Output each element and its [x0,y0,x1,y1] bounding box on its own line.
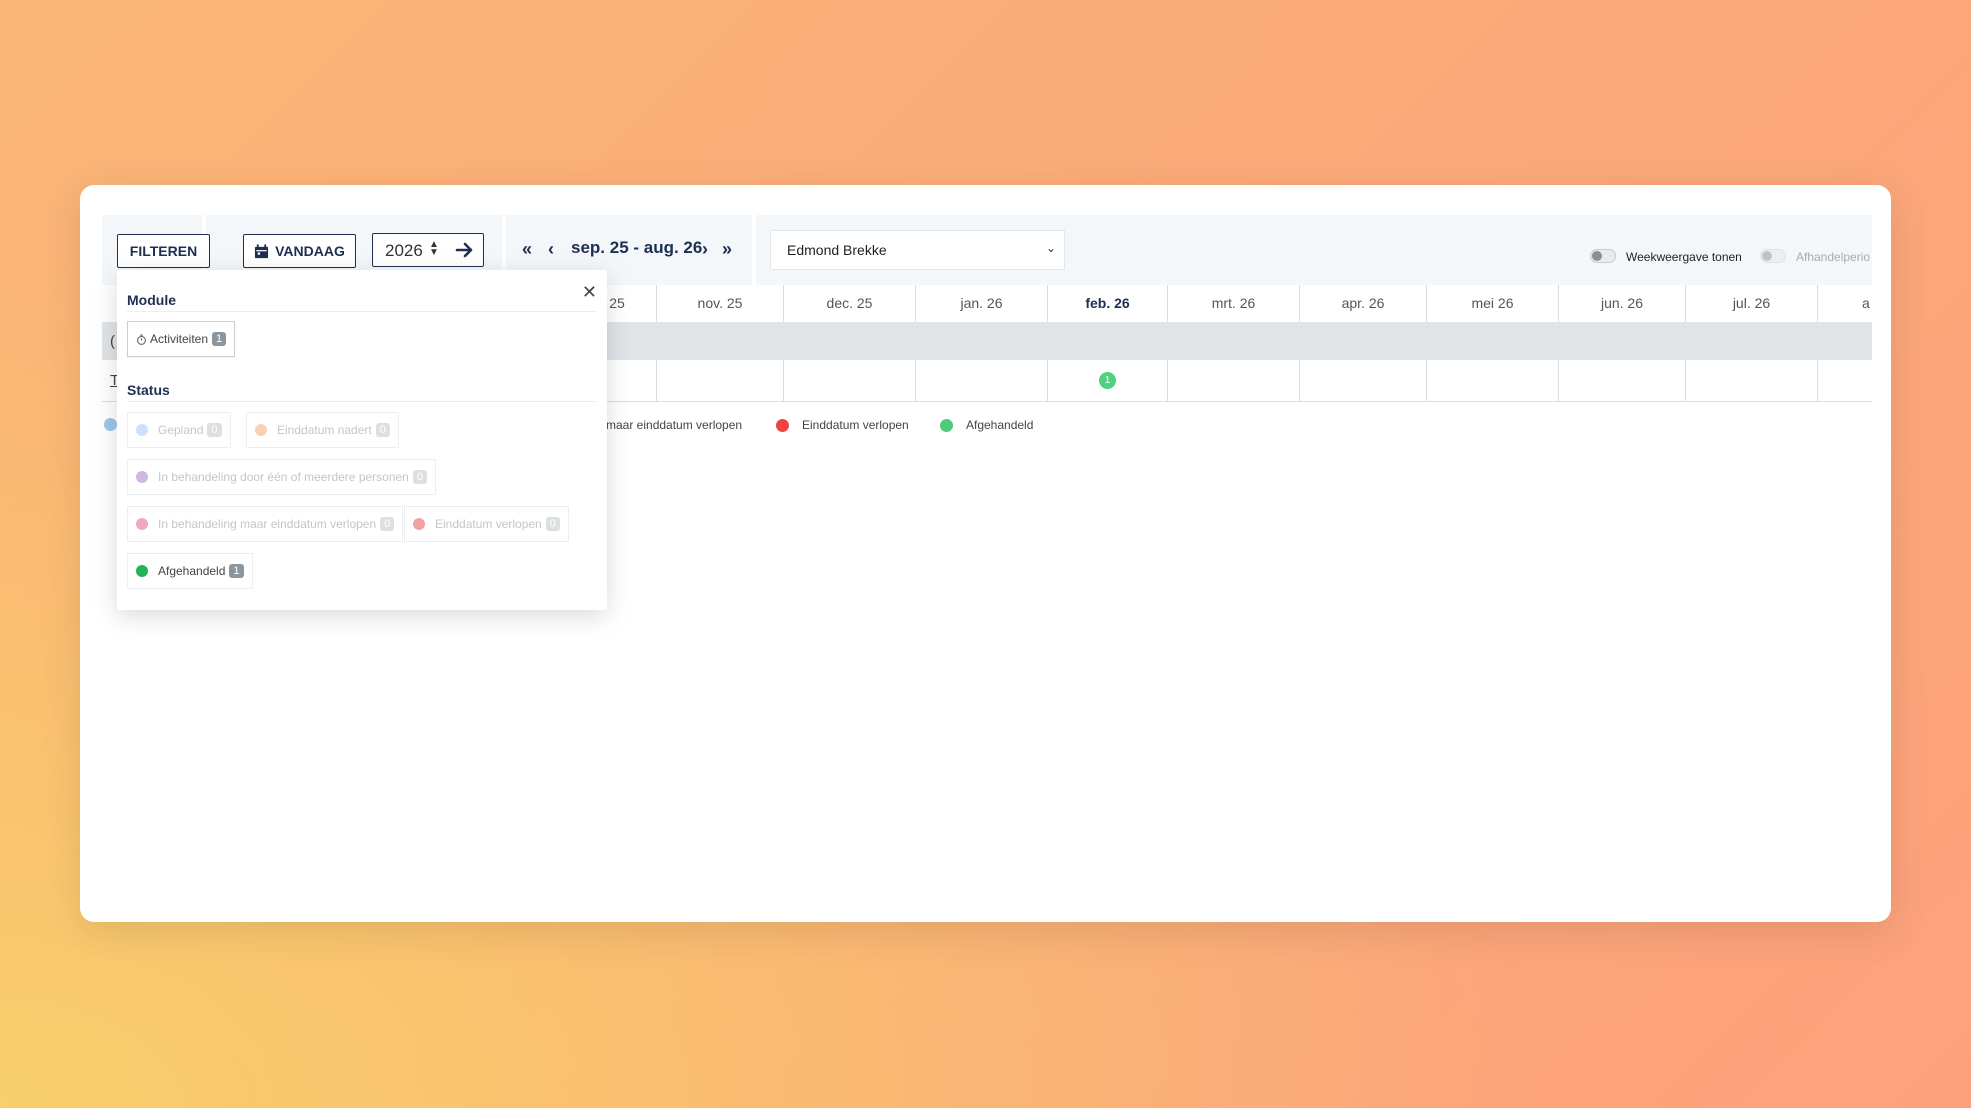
chip-label: In behandeling door één of meerdere pers… [158,470,409,484]
legend-item: Einddatum verlopen [776,418,909,432]
month-label: jul. 26 [1732,295,1771,311]
period-range: sep. 25 - aug. 26 [571,238,703,257]
calendar-icon [255,243,269,258]
chip-count: 0 [380,517,395,531]
status-dot [136,424,148,436]
status-dot [136,471,148,483]
module-chip-activiteiten[interactable]: Activiteiten 1 [127,321,236,357]
status-chip-einddatum-nadert[interactable]: Einddatum nadert 0 [246,412,399,448]
next-period-icon[interactable]: › [702,239,708,260]
module-title: Module [127,292,176,308]
chip-count: 0 [545,517,560,531]
toolbar-divider [752,215,756,285]
divider [127,401,597,402]
chevron-down-icon: ⌄ [1045,241,1056,255]
person-select[interactable]: Edmond Brekke ⌄ [770,230,1065,270]
chip-label: In behandeling maar einddatum verlopen [158,517,377,531]
month-label: mrt. 26 [1211,295,1256,311]
legend-label: maar einddatum verlopen [606,418,743,432]
month-label: jun. 26 [1600,295,1644,311]
period-toggle[interactable] [1760,249,1786,263]
current-month-label: feb. 26 [1085,295,1130,311]
last-period-icon[interactable]: » [722,239,732,260]
month-label: dec. 25 [826,295,873,311]
chip-label: Activiteiten [150,332,209,346]
planning-card: FILTEREN VANDAAG 2026 ▲ ▼ « ‹ sep. 25 - a… [80,185,1891,922]
chip-label: Afgehandeld [158,564,226,578]
year-value: 2026 [385,241,423,260]
legend-item: maar einddatum verlopen [606,418,742,432]
status-chip-afgehandeld[interactable]: Afgehandeld 1 [127,553,253,589]
group-row-label: ( [110,333,115,350]
year-stepper[interactable]: 2026 ▲ ▼ [372,233,484,267]
status-dot [255,424,267,436]
month-label: jan. 26 [960,295,1003,311]
today-button[interactable]: VANDAAG [243,234,356,268]
status-chip-einddatum-verlopen[interactable]: Einddatum verlopen 0 [404,506,569,542]
activity-count-badge[interactable]: 1 [1099,372,1116,389]
legend-dot [940,418,953,432]
status-chip-gepland[interactable]: Gepland 0 [127,412,231,448]
toggle-knob [1762,251,1772,261]
legend-dot [776,418,789,432]
person-select-value: Edmond Brekke [787,242,887,258]
period-toggle-label: Afhandelperio [1796,250,1871,264]
status-chip-in-behandeling-verlopen[interactable]: In behandeling maar einddatum verlopen 0 [127,506,404,542]
status-dot [136,518,148,530]
stopwatch-icon [137,334,146,345]
legend-dot [104,418,117,431]
close-icon[interactable]: ✕ [582,282,597,303]
status-chip-in-behandeling[interactable]: In behandeling door één of meerdere pers… [127,459,436,495]
month-label: mei 26 [1471,295,1514,311]
filter-popup: ✕ Module Activiteiten 1 Status Gepland 0… [117,270,607,610]
month-label: a [1862,295,1870,311]
chip-label: Einddatum verlopen [435,517,542,531]
status-dot [413,518,425,530]
arrow-right-icon[interactable] [455,240,475,260]
chip-label: Gepland [158,423,204,437]
chip-count: 0 [412,470,427,484]
today-button-label: VANDAAG [275,243,345,259]
month-label: nov. 25 [697,295,743,311]
week-view-toggle[interactable] [1590,249,1616,263]
first-period-icon[interactable]: « [522,239,532,260]
spinner-icon[interactable]: ▲ ▼ [429,240,439,258]
chip-count: 1 [212,332,227,346]
previous-period-icon[interactable]: ‹ [548,239,554,260]
divider [127,311,597,312]
chip-count: 1 [229,564,244,578]
week-view-label: Weekweergave tonen [1626,250,1742,264]
legend-item: Afgehandeld [940,418,1033,432]
chip-label: Einddatum nadert [277,423,372,437]
status-title: Status [127,382,170,398]
month-label: apr. 26 [1341,295,1385,311]
chip-count: 0 [207,423,222,437]
filter-button[interactable]: FILTEREN [117,234,210,268]
legend-label: Afgehandeld [966,418,1034,432]
filter-button-label: FILTEREN [129,243,198,259]
toggle-knob [1592,251,1602,261]
status-dot [136,565,148,577]
legend-label: Einddatum verlopen [802,418,909,432]
chip-count: 0 [375,423,390,437]
